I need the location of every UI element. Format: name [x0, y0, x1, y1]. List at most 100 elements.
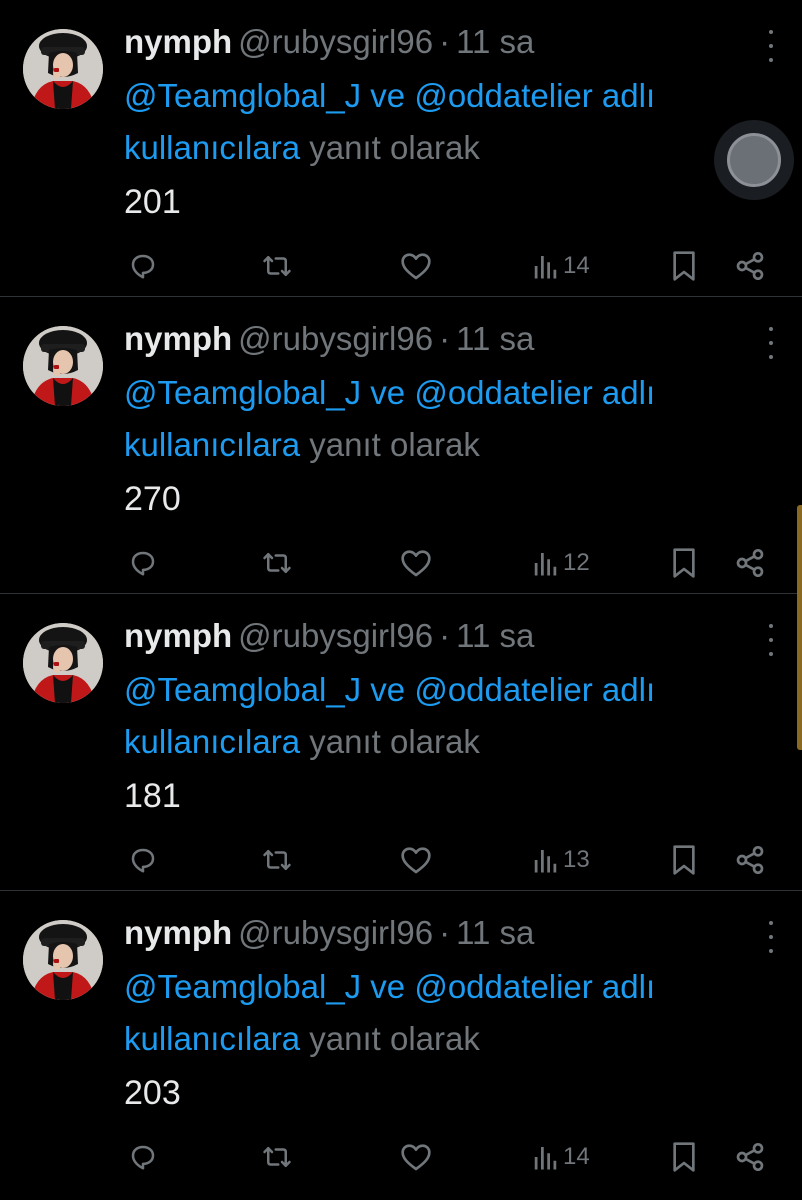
reply-button[interactable] — [128, 1139, 158, 1175]
reply-icon — [131, 848, 155, 873]
reply-icon — [131, 254, 155, 279]
avatar[interactable] — [23, 920, 103, 1000]
scrollbar-thumb[interactable] — [797, 505, 802, 750]
bookmark-button[interactable] — [670, 545, 698, 581]
mention-link[interactable]: @Teamglobal_J — [124, 671, 361, 708]
share-icon — [736, 251, 764, 280]
reply-button[interactable] — [128, 545, 158, 581]
views-button[interactable]: 12 — [533, 545, 590, 581]
separator-dot: · — [439, 914, 451, 951]
mention-link[interactable]: @Teamglobal_J — [124, 77, 361, 114]
reply-icon — [131, 551, 155, 576]
views-count: 13 — [563, 846, 590, 873]
views-icon — [534, 850, 557, 873]
share-button[interactable] — [734, 545, 766, 581]
bookmark-icon — [673, 548, 695, 578]
display-name[interactable]: nymph — [124, 23, 232, 60]
reply-suffix: yanıt olarak — [309, 426, 480, 463]
more-icon[interactable] — [766, 624, 776, 656]
display-name[interactable]: nymph — [124, 914, 232, 951]
reply-icon — [131, 1145, 155, 1170]
retweet-button[interactable] — [260, 1139, 294, 1175]
mention-link[interactable]: @Teamglobal_J — [124, 374, 361, 411]
avatar[interactable] — [23, 623, 103, 703]
reply-context: @Teamglobal_J ve @oddatelier adlı kullan… — [124, 70, 784, 174]
action-bar: 14 — [0, 248, 802, 284]
reply-suffix: yanıt olarak — [309, 129, 480, 166]
display-name[interactable]: nymph — [124, 617, 232, 654]
mention-conjunction[interactable]: ve — [370, 671, 405, 708]
avatar[interactable] — [23, 29, 103, 109]
reply-context: @Teamglobal_J ve @oddatelier adlı kullan… — [124, 367, 784, 471]
tweet-text: 201 — [124, 183, 181, 221]
action-bar: 14 — [0, 1139, 802, 1175]
tweet[interactable]: nymph @rubysgirl96 · 11 sa @Teamglobal_J ve… — [0, 891, 802, 1188]
display-name[interactable]: nymph — [124, 320, 232, 357]
user-handle[interactable]: @rubysgirl96 — [238, 320, 433, 357]
retweet-icon — [263, 1147, 291, 1167]
tweet-text: 203 — [124, 1074, 181, 1112]
tweet-header: nymph @rubysgirl96 · 11 sa — [124, 913, 534, 953]
floating-button-icon — [727, 133, 781, 187]
heart-icon — [401, 253, 431, 280]
share-icon — [736, 1143, 764, 1171]
mention-link[interactable]: @Teamglobal_J — [124, 968, 361, 1005]
floating-action-button[interactable] — [714, 120, 794, 200]
tweet[interactable]: nymph @rubysgirl96 · 11 sa @Teamglobal_J ve… — [0, 594, 802, 891]
timestamp[interactable]: 11 sa — [456, 320, 534, 357]
tweet[interactable]: nymph @rubysgirl96 · 11 sa @Teamglobal_J ve… — [0, 297, 802, 594]
tweet-feed: nymph @rubysgirl96 · 11 sa @Teamglobal_J ve… — [0, 0, 802, 1188]
retweet-icon — [263, 553, 291, 573]
like-button[interactable] — [400, 545, 432, 581]
timestamp[interactable]: 11 sa — [456, 23, 534, 60]
like-button[interactable] — [400, 1139, 432, 1175]
views-icon — [534, 553, 557, 576]
views-count: 12 — [563, 549, 590, 576]
like-button[interactable] — [400, 248, 432, 284]
user-handle[interactable]: @rubysgirl96 — [238, 617, 433, 654]
mention-conjunction[interactable]: ve — [370, 968, 405, 1005]
reply-suffix: yanıt olarak — [309, 1020, 480, 1057]
heart-icon — [401, 847, 431, 874]
mention-conjunction[interactable]: ve — [370, 374, 405, 411]
share-button[interactable] — [734, 1139, 766, 1175]
reply-button[interactable] — [128, 248, 158, 284]
share-button[interactable] — [734, 842, 766, 878]
share-icon — [736, 549, 764, 577]
more-icon[interactable] — [766, 327, 776, 359]
timestamp[interactable]: 11 sa — [456, 617, 534, 654]
retweet-icon — [263, 256, 291, 276]
bookmark-button[interactable] — [670, 1139, 698, 1175]
tweet-header: nymph @rubysgirl96 · 11 sa — [124, 319, 534, 359]
user-handle[interactable]: @rubysgirl96 — [238, 23, 433, 60]
retweet-button[interactable] — [260, 248, 294, 284]
bookmark-icon — [673, 1142, 695, 1172]
avatar[interactable] — [23, 326, 103, 406]
separator-dot: · — [439, 23, 451, 60]
bookmark-button[interactable] — [670, 248, 698, 284]
user-handle[interactable]: @rubysgirl96 — [238, 914, 433, 951]
separator-dot: · — [439, 320, 451, 357]
more-icon[interactable] — [766, 921, 776, 953]
views-count: 14 — [563, 1143, 590, 1170]
views-button[interactable]: 14 — [533, 248, 590, 284]
like-button[interactable] — [400, 842, 432, 878]
reply-button[interactable] — [128, 842, 158, 878]
tweet-text: 181 — [124, 777, 181, 815]
action-bar: 12 — [0, 545, 802, 581]
views-button[interactable]: 13 — [533, 842, 590, 878]
views-button[interactable]: 14 — [533, 1139, 590, 1175]
bookmark-button[interactable] — [670, 842, 698, 878]
tweet[interactable]: nymph @rubysgirl96 · 11 sa @Teamglobal_J ve… — [0, 0, 802, 297]
share-button[interactable] — [734, 248, 766, 284]
tweet-header: nymph @rubysgirl96 · 11 sa — [124, 616, 534, 656]
more-icon[interactable] — [766, 30, 776, 62]
timestamp[interactable]: 11 sa — [456, 914, 534, 951]
retweet-button[interactable] — [260, 842, 294, 878]
mention-conjunction[interactable]: ve — [370, 77, 405, 114]
reply-context: @Teamglobal_J ve @oddatelier adlı kullan… — [124, 664, 784, 768]
retweet-button[interactable] — [260, 545, 294, 581]
heart-icon — [401, 550, 431, 577]
views-count: 14 — [563, 252, 590, 279]
action-bar: 13 — [0, 842, 802, 878]
